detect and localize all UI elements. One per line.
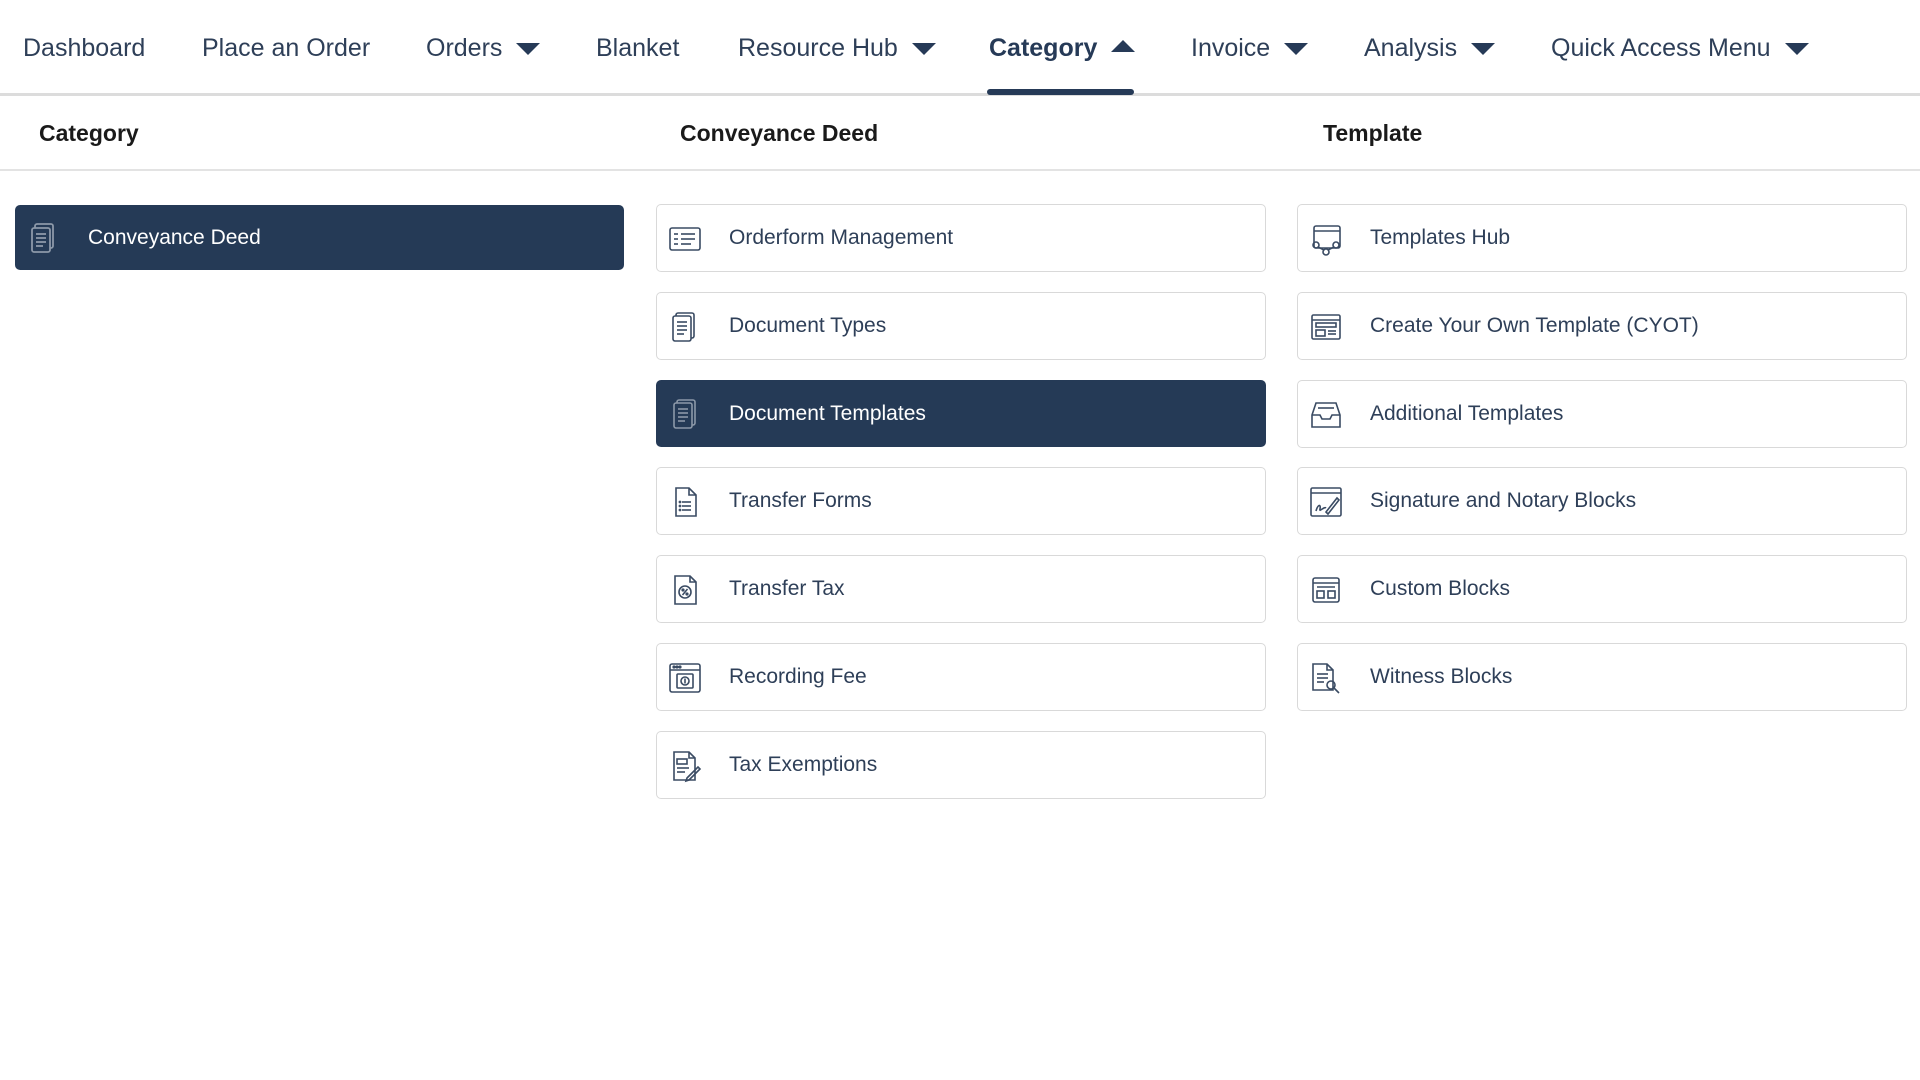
nav-orders-label: Orders bbox=[426, 33, 503, 62]
menu-item-label: Transfer Forms bbox=[729, 489, 872, 512]
chevron-down-icon bbox=[911, 43, 936, 55]
nav-category[interactable]: Category bbox=[989, 0, 1136, 96]
signature-icon bbox=[1308, 484, 1344, 520]
category-item-label: Conveyance Deed bbox=[88, 225, 261, 249]
template-hub-icon bbox=[1308, 221, 1344, 257]
menu-item-label: Templates Hub bbox=[1370, 226, 1511, 249]
template-column-header: Template bbox=[1323, 119, 1423, 146]
menu-item-label: Create Your Own Template (CYOT) bbox=[1370, 314, 1699, 337]
chevron-down-icon bbox=[1784, 43, 1809, 55]
chevron-down-icon bbox=[1471, 43, 1496, 55]
form-list-icon bbox=[667, 221, 703, 257]
menu-item-label: Additional Templates bbox=[1370, 402, 1564, 425]
file-lines-icon bbox=[667, 484, 703, 520]
menu-item-label: Custom Blocks bbox=[1370, 577, 1511, 600]
menu-item-orderform-management[interactable]: Orderform Management bbox=[656, 204, 1266, 272]
nav-place-an-order[interactable]: Place an Order bbox=[202, 0, 370, 96]
nav-resource-hub[interactable]: Resource Hub bbox=[738, 0, 936, 96]
menu-item-witness-blocks[interactable]: Witness Blocks bbox=[1297, 643, 1907, 711]
tray-icon bbox=[1308, 397, 1344, 433]
menu-item-label: Transfer Tax bbox=[729, 577, 845, 600]
top-navigation-bar: Dashboard Place an Order Orders Blanket … bbox=[0, 0, 1920, 96]
layout-builder-icon bbox=[1308, 309, 1344, 345]
menu-item-label: Signature and Notary Blocks bbox=[1370, 489, 1637, 512]
menu-item-document-types[interactable]: Document Types bbox=[656, 292, 1266, 360]
menu-item-document-templates[interactable]: Document Templates bbox=[656, 380, 1266, 447]
fee-browser-icon bbox=[667, 660, 703, 696]
nav-analysis-label: Analysis bbox=[1364, 33, 1458, 62]
nav-orders[interactable]: Orders bbox=[426, 0, 541, 96]
chevron-down-icon bbox=[516, 43, 541, 55]
menu-item-label: Document Templates bbox=[729, 401, 926, 425]
menu-item-label: Witness Blocks bbox=[1370, 665, 1513, 688]
nav-quick-access-menu[interactable]: Quick Access Menu bbox=[1551, 0, 1809, 96]
header-divider bbox=[0, 169, 1920, 171]
nav-category-label: Category bbox=[989, 33, 1098, 62]
nav-resource-hub-label: Resource Hub bbox=[738, 33, 898, 62]
menu-item-custom-blocks[interactable]: Custom Blocks bbox=[1297, 555, 1907, 623]
menu-item-label: Orderform Management bbox=[729, 226, 954, 249]
conveyance-column-header: Conveyance Deed bbox=[680, 119, 879, 146]
nav-dashboard-label: Dashboard bbox=[23, 33, 146, 62]
document-stack-icon bbox=[667, 397, 703, 433]
nav-invoice-label: Invoice bbox=[1191, 33, 1271, 62]
menu-item-recording-fee[interactable]: Recording Fee bbox=[656, 643, 1266, 711]
chevron-up-icon bbox=[1111, 40, 1136, 52]
nav-blanket-label: Blanket bbox=[596, 33, 680, 62]
menu-item-label: Recording Fee bbox=[729, 665, 867, 688]
nav-invoice[interactable]: Invoice bbox=[1191, 0, 1309, 96]
nav-analysis[interactable]: Analysis bbox=[1364, 0, 1496, 96]
blocks-window-icon bbox=[1308, 572, 1344, 608]
menu-item-signature-and-notary-blocks[interactable]: Signature and Notary Blocks bbox=[1297, 467, 1907, 535]
tax-exemption-icon bbox=[667, 748, 703, 784]
category-column-header: Category bbox=[39, 119, 139, 146]
nav-place-an-order-label: Place an Order bbox=[202, 33, 371, 62]
menu-item-label: Document Types bbox=[729, 314, 887, 337]
menu-item-templates-hub[interactable]: Templates Hub bbox=[1297, 204, 1907, 272]
active-tab-indicator bbox=[987, 89, 1134, 95]
documents-icon bbox=[667, 309, 703, 345]
witness-document-icon bbox=[1308, 660, 1344, 696]
menu-item-create-your-own-template[interactable]: Create Your Own Template (CYOT) bbox=[1297, 292, 1907, 360]
menu-item-transfer-tax[interactable]: Transfer Tax bbox=[656, 555, 1266, 623]
menu-item-label: Tax Exemptions bbox=[729, 753, 878, 776]
nav-blanket[interactable]: Blanket bbox=[596, 0, 679, 96]
category-item-conveyance-deed[interactable]: Conveyance Deed bbox=[15, 205, 624, 270]
menu-item-additional-templates[interactable]: Additional Templates bbox=[1297, 380, 1907, 448]
nav-dashboard[interactable]: Dashboard bbox=[23, 0, 145, 96]
nav-quick-access-menu-label: Quick Access Menu bbox=[1551, 33, 1771, 62]
menu-item-tax-exemptions[interactable]: Tax Exemptions bbox=[656, 731, 1266, 799]
chevron-down-icon bbox=[1284, 43, 1309, 55]
document-stack-icon bbox=[26, 220, 62, 256]
tax-document-icon bbox=[667, 572, 703, 608]
menu-item-transfer-forms[interactable]: Transfer Forms bbox=[656, 467, 1266, 535]
